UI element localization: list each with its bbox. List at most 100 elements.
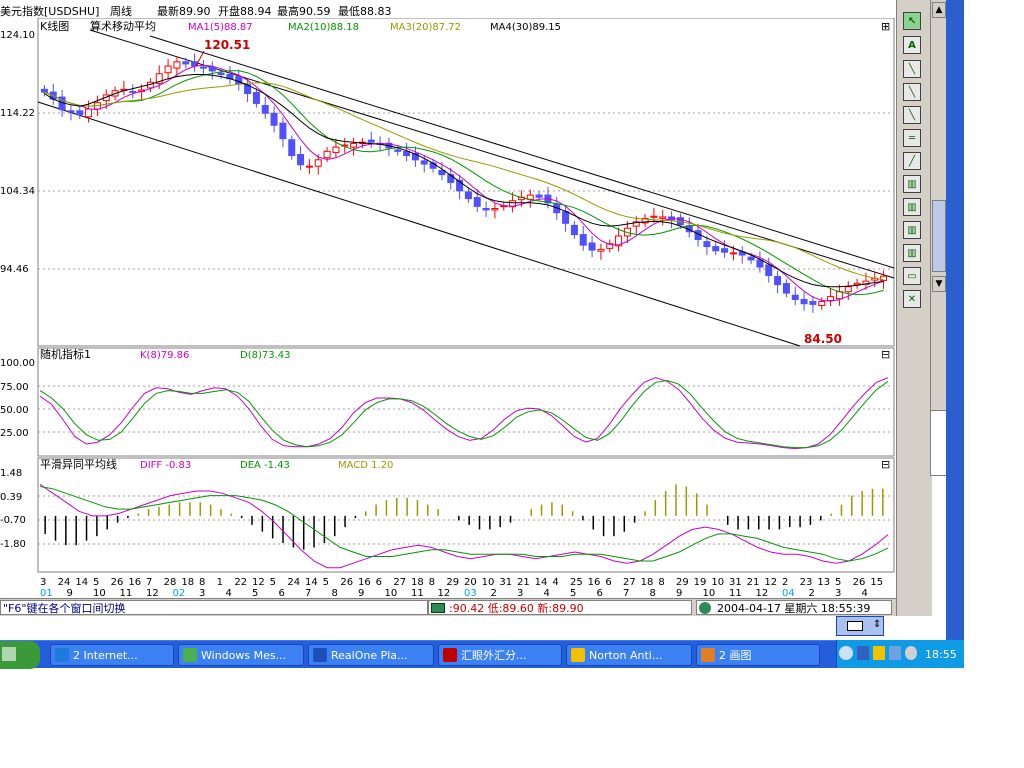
scroll-down-icon[interactable]: ▼ xyxy=(932,276,946,292)
line-tool-icon[interactable]: ╲ xyxy=(903,60,921,78)
grid-tool-icon[interactable]: ▥ xyxy=(903,175,921,193)
candle-body xyxy=(712,246,720,252)
monitor-icon[interactable] xyxy=(889,646,901,660)
x-tick-label: 23 xyxy=(800,577,813,588)
x-month-label: 9 xyxy=(67,588,73,598)
low-price: 最低88.83 xyxy=(338,5,392,18)
windows-logo-icon xyxy=(2,647,16,661)
delete-tool-icon[interactable]: ✕ xyxy=(903,290,921,308)
network-icon[interactable] xyxy=(857,646,869,660)
add-panel-icon[interactable]: ⊞ xyxy=(881,20,890,33)
macd-title[interactable]: 平滑异同平均线 xyxy=(40,457,117,471)
x-month-label: 6 xyxy=(597,588,603,598)
language-bar-menu-icon[interactable]: ⇕ xyxy=(873,619,881,631)
status-quote-panel: :90.42 低:89.60 新:89.90 xyxy=(428,600,692,615)
x-month-label: 11 xyxy=(120,588,133,598)
fibonacci-tool-icon[interactable]: ▥ xyxy=(903,221,921,239)
candle-body xyxy=(217,72,225,75)
x-month-label: 02 xyxy=(173,588,186,598)
channel-tool-icon[interactable]: ╱ xyxy=(903,152,921,170)
taskbar-button[interactable]: 2 Internet... xyxy=(50,644,174,666)
candle-body xyxy=(394,149,402,152)
candle-body xyxy=(323,150,331,159)
screen: { "header": { "symbol": "美元指数[USDSHU]", … xyxy=(0,0,1024,768)
taskbar-button-label: 2 画图 xyxy=(719,648,752,662)
macd-ytick-1: 1.48 xyxy=(0,468,22,479)
scroll-thumb[interactable] xyxy=(932,200,946,272)
period-label[interactable]: 周线 xyxy=(110,5,132,18)
norton-tray-icon[interactable] xyxy=(873,646,885,660)
x-tick-label: 27 xyxy=(393,577,406,588)
tray-expand-icon[interactable] xyxy=(839,646,853,660)
taskbar-button[interactable]: 汇眼外汇分... xyxy=(438,644,562,666)
candle-body xyxy=(261,105,269,114)
chart-canvas: K线图 算术移动平均 MA1(5)88.87 MA2(10)88.18 MA3(… xyxy=(0,18,895,598)
x-tick-label: 16 xyxy=(358,577,371,588)
x-month-label: 10 xyxy=(703,588,716,598)
macd-panel-toggle[interactable]: ⊟ xyxy=(881,458,890,471)
kd-panel-toggle[interactable]: ⊟ xyxy=(881,348,890,361)
tray-clock[interactable]: 18:55 xyxy=(925,648,957,661)
x-tick-label: 29 xyxy=(446,577,459,588)
x-tick-label: 26 xyxy=(340,577,353,588)
x-tick-label: 7 xyxy=(146,577,152,588)
x-month-label: 2 xyxy=(809,588,815,598)
taskbar-button[interactable]: Norton Anti... xyxy=(566,644,692,666)
candle-body xyxy=(208,66,216,72)
x-tick-label: 26 xyxy=(111,577,124,588)
period-tool-icon[interactable]: ▥ xyxy=(903,198,921,216)
x-tick-label: 31 xyxy=(729,577,742,588)
candle-body xyxy=(473,197,481,207)
rectangle-tool-icon[interactable]: ▭ xyxy=(903,267,921,285)
taskbar-button[interactable]: Windows Mes... xyxy=(178,644,304,666)
quote-header: 美元指数[USDSHU] 周线 最新89.90 开盘88.94 最高90.59 … xyxy=(0,0,896,20)
side-scrollbar[interactable]: ▲ ▼ xyxy=(930,0,946,475)
calculator-icon[interactable] xyxy=(431,603,445,613)
ray-tool-icon[interactable]: ╲ xyxy=(903,83,921,101)
candle-body xyxy=(182,61,190,65)
clock-icon xyxy=(699,602,711,614)
candle-body xyxy=(164,65,172,74)
taskbar-button-label: 汇眼外汇分... xyxy=(461,648,527,662)
candle-body xyxy=(588,242,596,251)
kline-ytick-3: 104.34 xyxy=(0,186,35,197)
x-month-label: 5 xyxy=(252,588,258,598)
x-month-label: 4 xyxy=(226,588,232,598)
scroll-up-icon[interactable]: ▲ xyxy=(932,2,946,18)
x-month-label: 04 xyxy=(782,588,795,598)
taskbar-button-label: Norton Anti... xyxy=(589,648,663,662)
kline-indicator[interactable]: 算术移动平均 xyxy=(90,19,156,33)
kline-ytick-1: 124.10 xyxy=(0,30,35,41)
kline-title: K线图 xyxy=(40,19,69,33)
candle-body xyxy=(279,122,287,140)
x-tick-label: 14 xyxy=(535,577,548,588)
candle-body xyxy=(809,301,817,305)
cursor-tool-icon[interactable]: ↖ xyxy=(903,12,921,30)
start-button[interactable] xyxy=(0,641,40,669)
ie-icon xyxy=(55,648,69,662)
candle-body xyxy=(76,110,84,116)
taskbar-button[interactable]: RealOne Pla... xyxy=(308,644,434,666)
gann-tool-icon[interactable]: ▥ xyxy=(903,244,921,262)
kd-title[interactable]: 随机指标1 xyxy=(40,347,91,361)
x-tick-label: 5 xyxy=(270,577,276,588)
x-tick-label: 21 xyxy=(517,577,530,588)
taskbar-button-label: 2 Internet... xyxy=(73,648,138,662)
volume-icon[interactable] xyxy=(905,646,917,660)
keyboard-icon[interactable] xyxy=(847,621,863,631)
open-price: 开盘88.94 xyxy=(218,5,272,18)
x-month-label: 8 xyxy=(650,588,656,598)
kd-ytick-4: 25.00 xyxy=(0,428,29,439)
x-tick-label: 14 xyxy=(305,577,318,588)
candle-body xyxy=(562,211,570,224)
parallel-tool-icon[interactable]: ═ xyxy=(903,129,921,147)
taskbar-button[interactable]: 2 画图 xyxy=(696,644,820,666)
segment-tool-icon[interactable]: ╲ xyxy=(903,106,921,124)
x-tick-label: 14 xyxy=(75,577,88,588)
x-tick-label: 29 xyxy=(676,577,689,588)
language-bar[interactable]: ⇕ xyxy=(836,616,884,636)
candle-body xyxy=(288,139,296,157)
text-tool-icon[interactable]: A xyxy=(903,36,921,54)
x-tick-label: 18 xyxy=(181,577,194,588)
candle-body xyxy=(199,66,207,69)
